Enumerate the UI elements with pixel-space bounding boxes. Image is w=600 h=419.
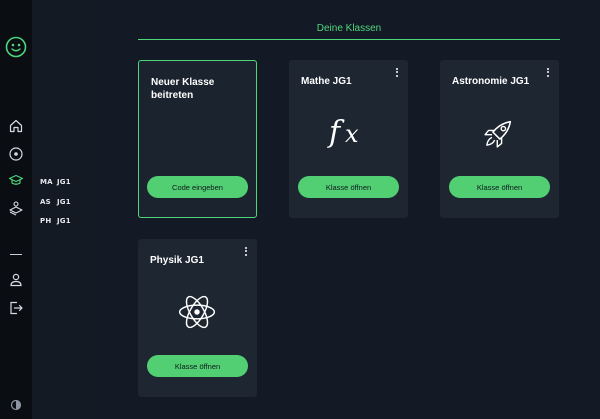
- class-card-mathe[interactable]: Mathe JG1 f x Klasse öffnen: [289, 60, 408, 218]
- explore-icon[interactable]: [7, 145, 25, 163]
- theme-toggle-icon[interactable]: [7, 396, 25, 414]
- join-card-title: Neuer Klasse beitreten: [151, 77, 215, 101]
- open-class-button[interactable]: Klasse öffnen: [147, 355, 248, 377]
- page-title: Deine Klassen: [316, 23, 382, 34]
- class-code: PH: [40, 217, 52, 225]
- class-code: AS: [40, 198, 51, 206]
- logout-icon[interactable]: [7, 299, 25, 317]
- atom-icon: [174, 289, 220, 335]
- function-icon: f x: [325, 110, 371, 156]
- class-card-title: Mathe JG1: [301, 76, 352, 87]
- rail-divider: [10, 254, 22, 255]
- rocket-icon: [476, 110, 522, 156]
- more-options-icon[interactable]: [243, 245, 249, 257]
- class-nav-item-ma[interactable]: MA JG1: [40, 178, 71, 186]
- more-options-icon[interactable]: [394, 66, 400, 78]
- class-name: JG1: [57, 178, 71, 186]
- join-class-card: Neuer Klasse beitreten Code eingeben: [138, 60, 257, 218]
- home-icon[interactable]: [7, 117, 25, 135]
- classes-icon[interactable]: [7, 171, 25, 189]
- profile-icon[interactable]: [7, 271, 25, 289]
- class-nav-item-as[interactable]: AS JG1: [40, 198, 71, 206]
- library-icon[interactable]: [7, 199, 25, 217]
- class-name: JG1: [57, 198, 71, 206]
- svg-text:x: x: [345, 120, 359, 148]
- class-card-astronomie[interactable]: Astronomie JG1 Klasse öffnen: [440, 60, 559, 218]
- class-list-panel: [32, 0, 98, 419]
- title-underline: [138, 39, 560, 40]
- smiley-logo-icon[interactable]: [5, 36, 27, 58]
- svg-text:f: f: [327, 115, 345, 150]
- class-card-title: Astronomie JG1: [452, 76, 530, 87]
- class-name: JG1: [57, 217, 71, 225]
- more-options-icon[interactable]: [545, 66, 551, 78]
- open-class-button[interactable]: Klasse öffnen: [449, 176, 550, 198]
- class-card-physik[interactable]: Physik JG1 Klasse öffnen: [138, 239, 257, 397]
- icon-rail: [0, 0, 32, 419]
- class-code: MA: [40, 178, 53, 186]
- class-nav-item-ph[interactable]: PH JG1: [40, 217, 71, 225]
- enter-code-button[interactable]: Code eingeben: [147, 176, 248, 198]
- class-card-title: Physik JG1: [150, 255, 204, 266]
- open-class-button[interactable]: Klasse öffnen: [298, 176, 399, 198]
